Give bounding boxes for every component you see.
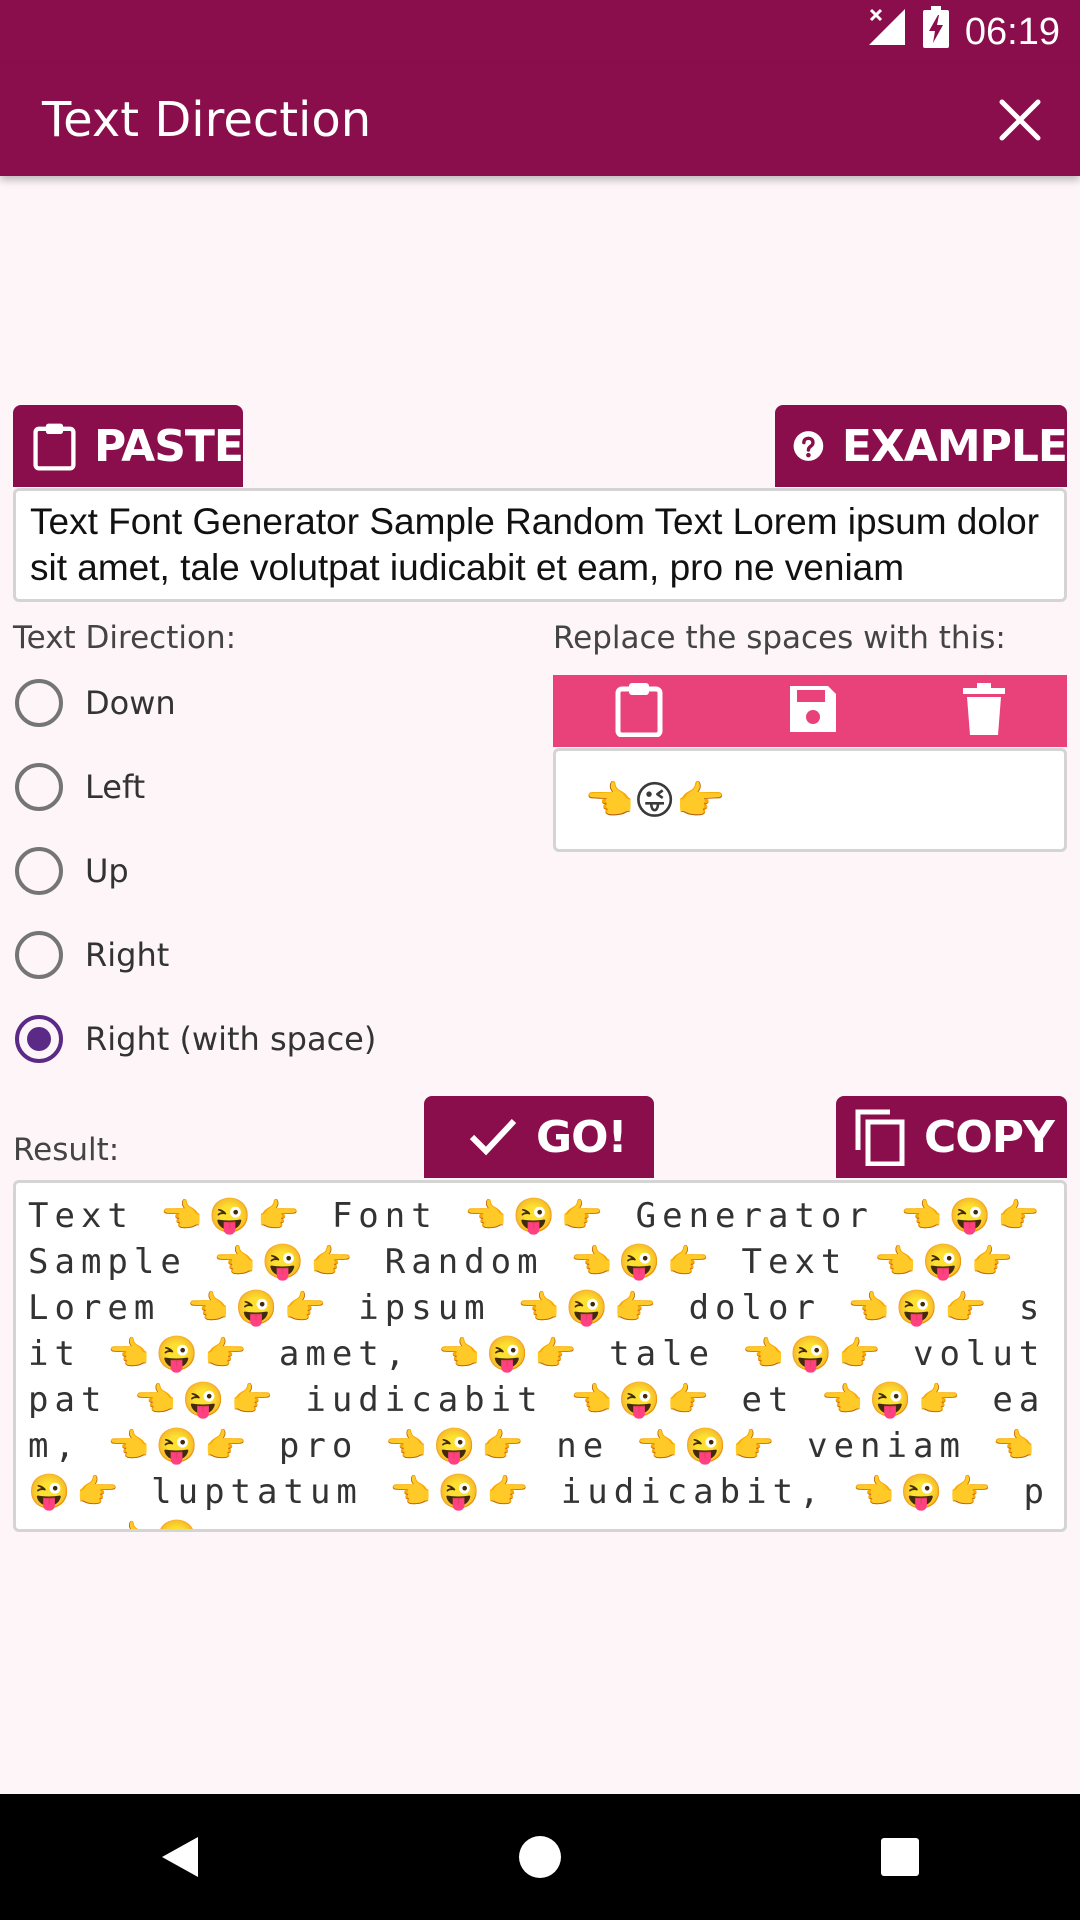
source-text-input[interactable]: Text Font Generator Sample Random Text L… bbox=[13, 488, 1067, 602]
page-title: Text Direction bbox=[42, 92, 372, 148]
radio-down[interactable]: Down bbox=[15, 679, 176, 727]
back-icon bbox=[162, 1837, 198, 1877]
navigation-bar bbox=[0, 1794, 1080, 1920]
status-time: 06:19 bbox=[964, 10, 1060, 53]
check-icon bbox=[469, 1118, 517, 1156]
result-output[interactable]: Text 👈😜👉 Font 👈😜👉 Generator 👈😜👉 Sample 👈… bbox=[13, 1180, 1067, 1532]
home-icon bbox=[519, 1836, 561, 1878]
clipboard-icon bbox=[33, 423, 76, 471]
radio-up[interactable]: Up bbox=[15, 847, 129, 895]
radio-label: Right bbox=[85, 936, 170, 974]
help-circle-icon bbox=[793, 431, 824, 461]
result-value: Text 👈😜👉 Font 👈😜👉 Generator 👈😜👉 Sample 👈… bbox=[28, 1196, 1050, 1529]
copy-icon bbox=[855, 1109, 905, 1166]
text-direction-label: Text Direction: bbox=[13, 620, 237, 656]
close-icon bbox=[999, 99, 1041, 141]
paste-button[interactable]: PASTE bbox=[13, 405, 244, 487]
radio-button[interactable] bbox=[15, 763, 63, 811]
radio-button[interactable] bbox=[15, 679, 63, 727]
radio-button[interactable] bbox=[15, 847, 63, 895]
delete-replacement-button[interactable] bbox=[962, 683, 1005, 739]
radio-label: Left bbox=[85, 768, 146, 806]
trash-icon bbox=[962, 683, 1005, 735]
example-button[interactable]: EXAMPLE bbox=[775, 405, 1068, 487]
status-bar: 06:19 bbox=[0, 0, 1080, 64]
recents-icon bbox=[881, 1838, 919, 1876]
copy-button[interactable]: COPY bbox=[836, 1096, 1067, 1178]
example-label: EXAMPLE bbox=[841, 420, 1068, 472]
home-button[interactable] bbox=[500, 1817, 580, 1897]
back-button[interactable] bbox=[140, 1817, 220, 1897]
replacement-input[interactable]: 👈😜👉 bbox=[553, 748, 1067, 852]
go-label: GO! bbox=[536, 1111, 628, 1163]
clipboard-icon bbox=[615, 683, 663, 738]
save-icon bbox=[789, 686, 836, 732]
radio-label: Down bbox=[85, 684, 176, 722]
paste-label: PASTE bbox=[93, 420, 244, 472]
source-text-value: Text Font Generator Sample Random Text L… bbox=[30, 501, 1040, 588]
no-signal-icon bbox=[867, 7, 907, 57]
radio-label: Right (with space) bbox=[85, 1020, 377, 1058]
app-bar: Text Direction bbox=[0, 64, 1080, 176]
radio-right[interactable]: Right bbox=[15, 931, 169, 979]
close-button[interactable] bbox=[990, 90, 1050, 150]
radio-button[interactable] bbox=[15, 931, 63, 979]
replace-toolbar bbox=[553, 675, 1067, 747]
radio-button-selected[interactable] bbox=[15, 1015, 63, 1063]
result-label: Result: bbox=[13, 1132, 120, 1168]
replacement-value: 👈😜👉 bbox=[584, 777, 726, 824]
replace-spaces-label: Replace the spaces with this: bbox=[553, 620, 1006, 656]
battery-charging-icon bbox=[922, 6, 949, 58]
go-button[interactable]: GO! bbox=[424, 1096, 654, 1178]
status-icons: 06:19 bbox=[867, 0, 1060, 64]
radio-left[interactable]: Left bbox=[15, 763, 145, 811]
recents-button[interactable] bbox=[860, 1817, 940, 1897]
radio-label: Up bbox=[85, 852, 129, 890]
save-replacement-button[interactable] bbox=[788, 684, 838, 738]
radio-right-with-space[interactable]: Right (with space) bbox=[15, 1015, 376, 1063]
paste-replacement-button[interactable] bbox=[615, 681, 663, 741]
copy-label: COPY bbox=[924, 1111, 1055, 1163]
